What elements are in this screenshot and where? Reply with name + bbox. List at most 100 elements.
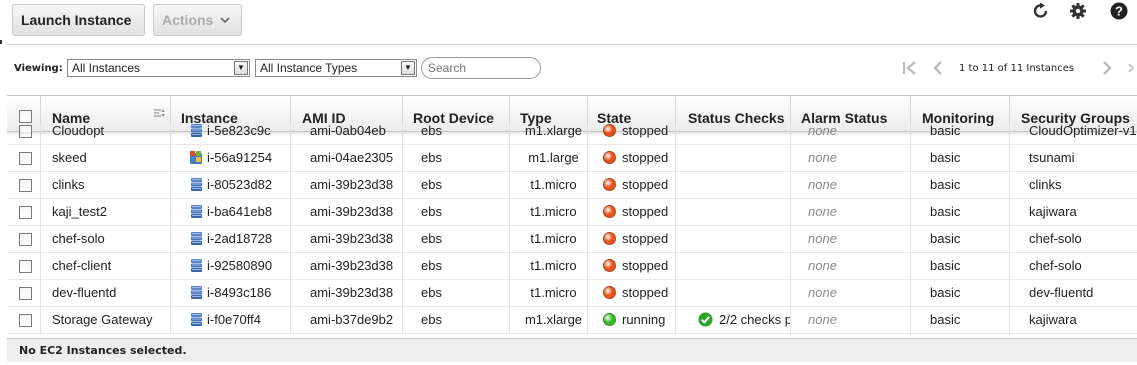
cell-instance: i-92580890: [181, 253, 291, 280]
stopped-status-icon: [603, 232, 616, 245]
name-value: clinks: [52, 177, 85, 192]
security-value[interactable]: kajiwara: [1029, 204, 1077, 219]
help-icon[interactable]: ?: [1108, 0, 1130, 22]
ami-value: ami-39b23d38: [310, 231, 394, 246]
table-row[interactable]: dev-fluentd i-8493c186 ami-39b23d38 ebs t1.m…: [7, 280, 1137, 307]
cell-name: chef-solo: [52, 226, 171, 253]
cell-alarm: none: [801, 280, 911, 307]
divider: [40, 253, 41, 280]
instance-state: stopped: [622, 258, 669, 273]
security-value[interactable]: chef-solo: [1029, 258, 1082, 273]
type-value: t1.micro: [530, 177, 577, 192]
cell-name: kaji_test2: [52, 199, 171, 226]
selection-status-text: No EC2 Instances selected.: [19, 344, 187, 357]
table-row[interactable]: skeed i-56a91254 ami-04ae2305 ebs m1.large st…: [7, 145, 1137, 172]
chevron-down-icon: [217, 12, 233, 28]
cell-name: dev-fluentd: [52, 280, 171, 307]
security-value[interactable]: dev-fluentd: [1029, 285, 1093, 300]
instance-icon: [189, 283, 204, 299]
root-value: ebs: [421, 204, 442, 219]
type-value: m1.xlarge: [524, 312, 583, 327]
monitoring-value: basic: [930, 258, 961, 273]
instance-id: i-92580890: [207, 258, 273, 273]
previous-page-icon[interactable]: [932, 56, 946, 80]
name-value: Storage Gateway: [52, 312, 153, 327]
monitoring-value: basic: [930, 204, 961, 219]
divider: [40, 145, 41, 172]
last-page-icon[interactable]: [1127, 56, 1137, 80]
name-value: chef-solo: [52, 231, 105, 246]
cell-instance: i-8493c186: [181, 280, 291, 307]
type-value: t1.micro: [530, 258, 577, 273]
search-input[interactable]: [421, 57, 541, 79]
root-value: ebs: [421, 285, 442, 300]
cell-instance: i-80523d82: [181, 172, 291, 199]
cell-state: stopped: [597, 172, 676, 199]
table-row[interactable]: clinks i-80523d82 ami-39b23d38 ebs t1.micro s…: [7, 172, 1137, 199]
column-settings-icon[interactable]: [154, 108, 166, 120]
cell-state: running: [597, 307, 676, 334]
cell-security: kajiwara: [1021, 199, 1137, 226]
row-checkbox[interactable]: [19, 206, 32, 219]
table-row[interactable]: Storage Gateway i-f0e70ff4 ami-b37de9b2 ebs…: [7, 307, 1137, 334]
row-checkbox[interactable]: [19, 152, 32, 165]
row-checkbox[interactable]: [19, 233, 32, 246]
cell-alarm: none: [801, 199, 911, 226]
instance-state: stopped: [622, 204, 669, 219]
actions-dropdown-button[interactable]: Actions: [153, 4, 242, 36]
divider: [40, 172, 41, 199]
security-value[interactable]: kajiwara: [1029, 312, 1077, 327]
cell-root: ebs: [413, 226, 510, 253]
instances-grid: Cloudopt i-5e823c9c ami-0ab04eb ebs m1.xlarg…: [7, 124, 1137, 334]
launch-instance-label: Launch Instance: [21, 12, 132, 28]
root-value: ebs: [421, 258, 442, 273]
dropdown-arrow-icon: ▼: [401, 61, 415, 75]
stopped-status-icon: [603, 151, 616, 164]
stopped-status-icon: [603, 259, 616, 272]
row-checkbox[interactable]: [19, 314, 32, 327]
instance-id: i-8493c186: [207, 285, 272, 300]
row-checkbox[interactable]: [19, 179, 32, 192]
instances-filter-select[interactable]: All Instances ▼: [67, 59, 250, 77]
security-value[interactable]: clinks: [1029, 177, 1062, 192]
table-row[interactable]: kaji_test2 i-ba641eb8 ami-39b23d38 ebs t1.mi…: [7, 199, 1137, 226]
status-checks-text[interactable]: 2/2 checks passed: [719, 312, 790, 327]
ami-value: ami-39b23d38: [310, 204, 394, 219]
gear-icon[interactable]: [1067, 0, 1089, 22]
row-checkbox[interactable]: [19, 287, 32, 300]
security-value[interactable]: tsunami: [1029, 150, 1075, 165]
cell-ami: ami-b37de9b2: [302, 307, 403, 334]
cell-status-checks: [688, 199, 791, 226]
cell-type: t1.micro: [520, 226, 588, 253]
running-status-icon: [603, 313, 616, 326]
cell-status-checks: [688, 280, 791, 307]
instance-types-filter-value: All Instance Types: [260, 61, 358, 75]
security-value[interactable]: chef-solo: [1029, 231, 1082, 246]
name-value: kaji_test2: [52, 204, 107, 219]
launch-instance-button[interactable]: Launch Instance: [12, 4, 145, 36]
next-page-icon[interactable]: [1101, 56, 1115, 80]
pagination-text: 1 to 11 of 11 Instances: [959, 62, 1075, 74]
first-page-icon[interactable]: [902, 56, 920, 80]
windows-instance-icon: [189, 148, 204, 164]
select-all-checkbox[interactable]: [19, 110, 32, 123]
row-checkbox[interactable]: [19, 260, 32, 273]
table-row[interactable]: chef-solo i-2ad18728 ami-39b23d38 ebs t1.mic…: [7, 226, 1137, 253]
name-value: skeed: [52, 150, 87, 165]
cell-name: chef-client: [52, 253, 171, 280]
cell-ami: ami-39b23d38: [302, 226, 403, 253]
cell-root: ebs: [413, 145, 510, 172]
cell-alarm: none: [801, 226, 911, 253]
refresh-icon[interactable]: [1030, 0, 1052, 22]
instances-filter-value: All Instances: [72, 61, 141, 75]
table-row[interactable]: chef-client i-92580890 ami-39b23d38 ebs t1.m…: [7, 253, 1137, 280]
check-passed-icon: [698, 310, 713, 327]
cell-monitoring: basic: [922, 172, 1010, 199]
cell-root: ebs: [413, 280, 510, 307]
cell-security: kajiwara: [1021, 307, 1137, 334]
cell-instance: i-ba641eb8: [181, 199, 291, 226]
cell-instance: i-56a91254: [181, 145, 291, 172]
ami-value: ami-39b23d38: [310, 177, 394, 192]
instance-types-filter-select[interactable]: All Instance Types ▼: [255, 59, 417, 77]
cell-root: ebs: [413, 172, 510, 199]
